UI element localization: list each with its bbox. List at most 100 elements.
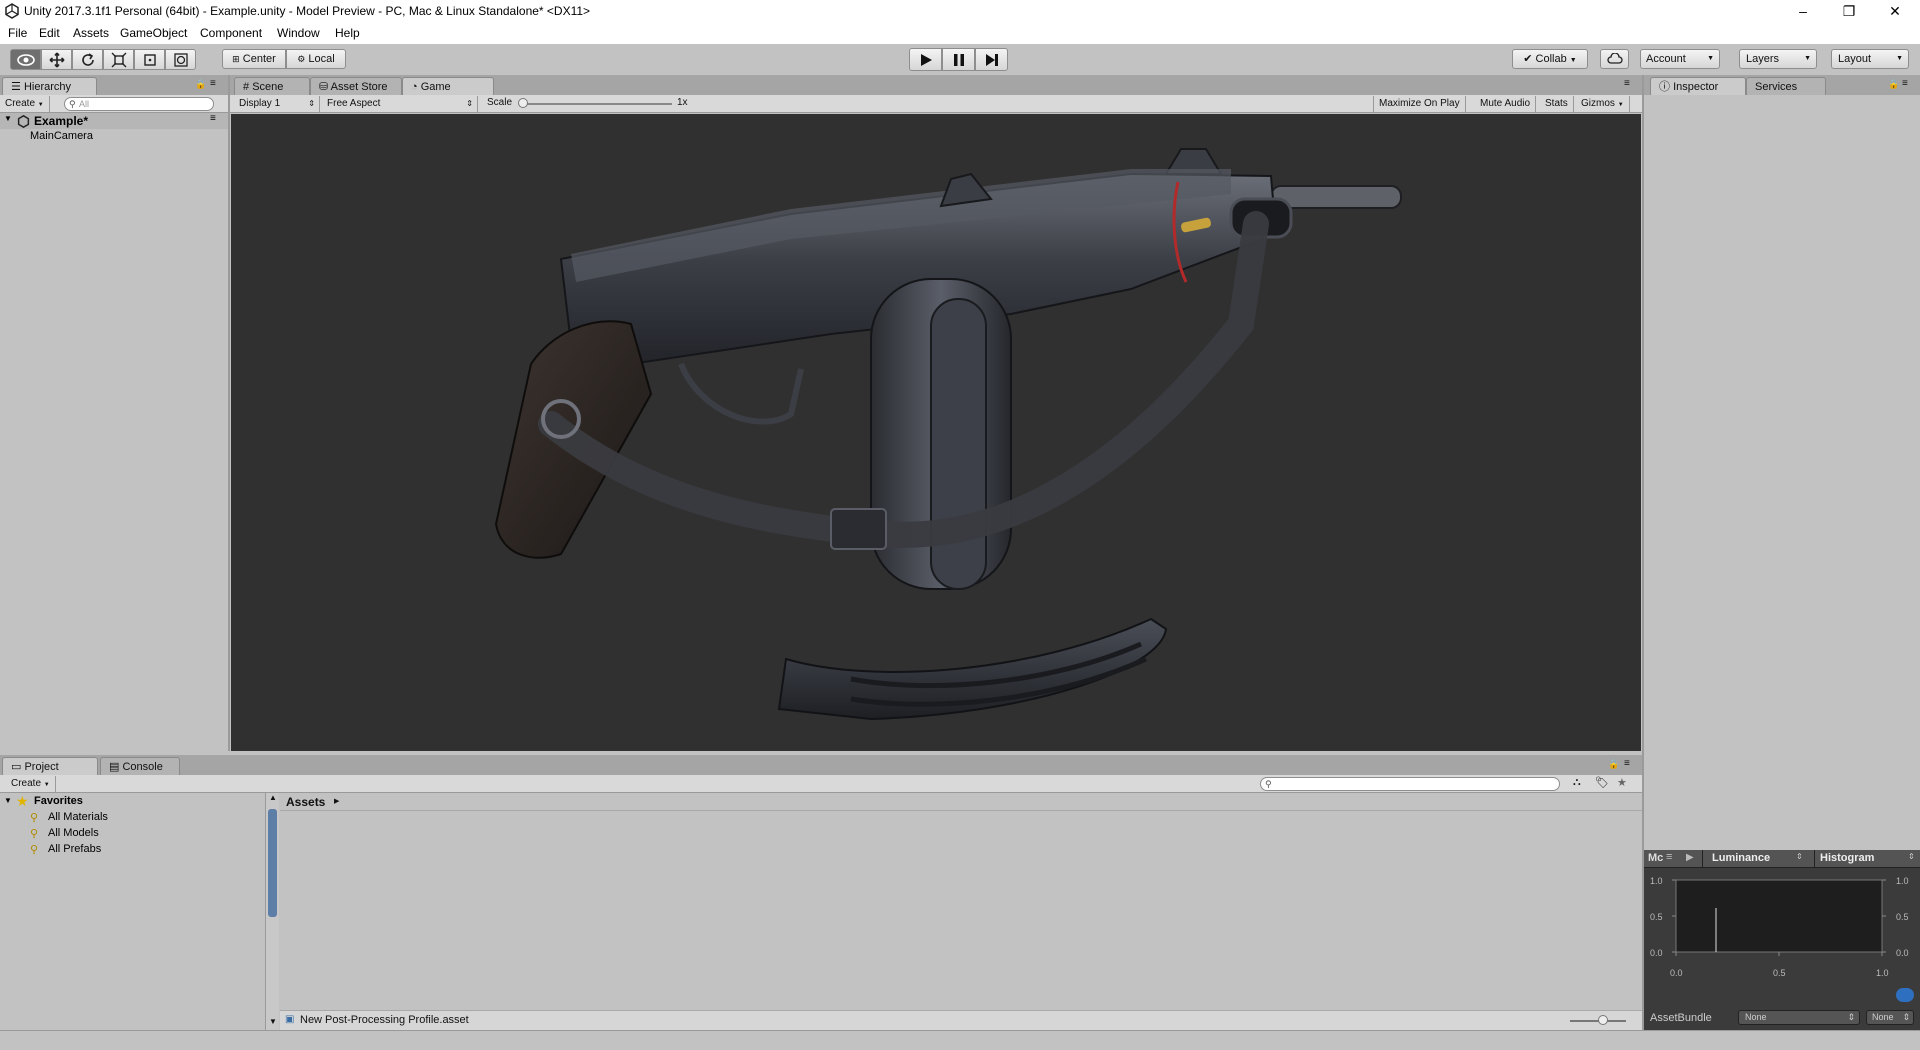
aspect-dropdown[interactable]: Free Aspect ⇕	[322, 96, 478, 112]
tab-console[interactable]: ▤ Console	[100, 757, 180, 775]
bundle-variant-value: None	[1872, 1012, 1894, 1022]
hierarchy-search-input[interactable]: ⚲ All	[64, 97, 214, 111]
transform-tool-button[interactable]	[165, 49, 196, 70]
histogram-view-dropdown[interactable]: Histogram	[1820, 852, 1874, 864]
asset-label-icon[interactable]	[1896, 988, 1914, 1002]
menu-edit[interactable]: Edit	[39, 26, 60, 40]
layout-dropdown[interactable]: Layout ▼	[1831, 49, 1909, 69]
scroll-down-icon[interactable]: ▼	[269, 1017, 277, 1026]
services-tab-label: Services	[1755, 81, 1798, 93]
asset-bundle-variant-dropdown[interactable]: None ⇕	[1866, 1010, 1914, 1025]
project-tree-scrollbar[interactable]: ▲ ▼	[265, 793, 279, 1030]
layers-dropdown[interactable]: Layers ▼	[1739, 49, 1817, 69]
tab-game[interactable]: ◔ Game	[402, 77, 494, 95]
inspector-divider[interactable]	[1642, 75, 1644, 1030]
project-create-button[interactable]: Create ▼	[6, 776, 56, 792]
rect-tool-button[interactable]	[134, 49, 165, 70]
favorite-all-materials[interactable]: All Materials	[48, 811, 108, 823]
panel-menu-icon[interactable]: ≡	[1902, 78, 1908, 89]
play-small-icon[interactable]: ▶	[1686, 852, 1694, 863]
histogram-mode-label[interactable]: Mc	[1648, 852, 1663, 864]
rotate-tool-button[interactable]	[72, 49, 103, 70]
project-tree: ▼ ★ Favorites ⚲ All Materials ⚲ All Mode…	[0, 793, 265, 1030]
expand-triangle-icon[interactable]: ▼	[4, 796, 12, 805]
mute-audio-toggle[interactable]: Mute Audio	[1475, 96, 1537, 112]
game-viewport[interactable]	[231, 114, 1641, 751]
menu-window[interactable]: Window	[277, 26, 320, 40]
scene-menu-icon[interactable]: ≡	[210, 113, 216, 124]
asset-bundle-name-dropdown[interactable]: None ⇕	[1738, 1010, 1860, 1025]
space-label: Local	[308, 53, 335, 65]
move-arrows-icon	[49, 52, 64, 68]
pause-button[interactable]	[942, 48, 975, 71]
scrollbar-thumb[interactable]	[268, 809, 277, 917]
breadcrumb-assets[interactable]: Assets	[286, 795, 325, 809]
tab-scene[interactable]: # Scene	[234, 77, 310, 95]
account-dropdown[interactable]: Account ▼	[1640, 49, 1720, 69]
tab-asset-store[interactable]: ⛁ Asset Store	[310, 77, 402, 95]
y-tick-right: 1.0	[1896, 876, 1909, 886]
selected-asset-name: New Post-Processing Profile.asset	[300, 1014, 469, 1026]
favorite-all-prefabs[interactable]: All Prefabs	[48, 843, 101, 855]
store-bag-icon: ⛁	[319, 81, 329, 93]
scroll-up-icon[interactable]: ▲	[269, 793, 277, 802]
move-tool-button[interactable]	[41, 49, 72, 70]
panel-menu-icon[interactable]: ≡	[210, 78, 216, 89]
menu-gameobject[interactable]: GameObject	[120, 26, 187, 40]
panel-menu-icon[interactable]: ≡	[1624, 78, 1630, 89]
tab-inspector[interactable]: ⓘ Inspector	[1650, 77, 1746, 95]
tab-hierarchy[interactable]: ☰ Hierarchy	[2, 77, 97, 95]
list-icon[interactable]: ≡	[1666, 851, 1672, 863]
collab-dropdown[interactable]: ✔ Collab ▼	[1512, 49, 1588, 69]
luminance-dropdown[interactable]: Luminance	[1712, 852, 1770, 864]
cloud-button[interactable]	[1600, 49, 1629, 69]
space-local-button[interactable]: ⚙ Local	[286, 49, 346, 69]
filter-by-label-icon[interactable]: 🏷	[1595, 776, 1609, 789]
close-button[interactable]: ✕	[1872, 0, 1918, 24]
rotate-icon	[81, 53, 94, 66]
chevron-down-icon: ▼	[1569, 57, 1577, 64]
pause-icon	[953, 54, 964, 66]
gizmos-toggle[interactable]: Gizmos ▼	[1576, 96, 1630, 112]
chevron-down-icon: ▼	[1804, 55, 1811, 62]
toolbar-separator	[1814, 850, 1815, 868]
menu-help[interactable]: Help	[335, 26, 360, 40]
menu-assets[interactable]: Assets	[73, 26, 109, 40]
pivot-center-button[interactable]: ⊞ Center	[222, 49, 286, 69]
hierarchy-create-button[interactable]: Create ▼	[0, 96, 50, 112]
scale-tool-button[interactable]	[103, 49, 134, 70]
project-search-input[interactable]: ⚲	[1260, 777, 1560, 791]
favorite-all-models[interactable]: All Models	[48, 827, 99, 839]
y-tick-right: 0.0	[1896, 948, 1909, 958]
hierarchy-panel: ☰ Hierarchy 🔒 ≡ Create ▼ ⚲ All ▼ Example…	[0, 75, 228, 751]
menu-component[interactable]: Component	[200, 26, 262, 40]
scene-row[interactable]: ▼ Example* ≡	[0, 113, 228, 129]
project-panel: ▭ Project ▤ Console 🔒 ≡ Create ▼ ⚲ ⛬ 🏷 ★…	[0, 755, 1642, 1030]
step-button[interactable]	[975, 48, 1008, 71]
panel-menu-icon[interactable]: ≡	[1624, 758, 1630, 769]
maximize-button[interactable]: ❐	[1826, 0, 1872, 24]
tab-project[interactable]: ▭ Project	[2, 757, 98, 775]
play-button[interactable]	[909, 48, 942, 71]
stats-toggle[interactable]: Stats	[1540, 96, 1574, 112]
favorites-label[interactable]: Favorites	[34, 795, 83, 807]
lock-icon[interactable]: 🔒	[1608, 759, 1619, 770]
tab-services[interactable]: Services	[1746, 77, 1826, 95]
star-icon[interactable]: ★	[1617, 776, 1627, 789]
scale-slider-track[interactable]	[522, 103, 672, 105]
filter-by-type-icon[interactable]: ⛬	[1573, 776, 1581, 789]
icon-size-slider-thumb[interactable]	[1598, 1015, 1608, 1025]
expand-triangle-icon[interactable]: ▼	[4, 114, 12, 123]
menu-file[interactable]: File	[8, 26, 27, 40]
play-icon	[920, 54, 932, 66]
maximize-on-play-toggle[interactable]: Maximize On Play	[1373, 96, 1466, 112]
hierarchy-item-maincamera[interactable]: MainCamera	[30, 130, 93, 142]
unity-scene-icon	[17, 115, 30, 128]
lock-icon[interactable]: 🔒	[1888, 79, 1899, 90]
minimize-button[interactable]: –	[1780, 0, 1826, 24]
scale-slider-thumb[interactable]	[518, 98, 528, 108]
scale-label: Scale	[487, 97, 513, 108]
view-tool-button[interactable]	[10, 49, 41, 70]
lock-icon[interactable]: 🔒	[195, 79, 206, 90]
display-dropdown[interactable]: Display 1 ⇕	[234, 96, 320, 112]
